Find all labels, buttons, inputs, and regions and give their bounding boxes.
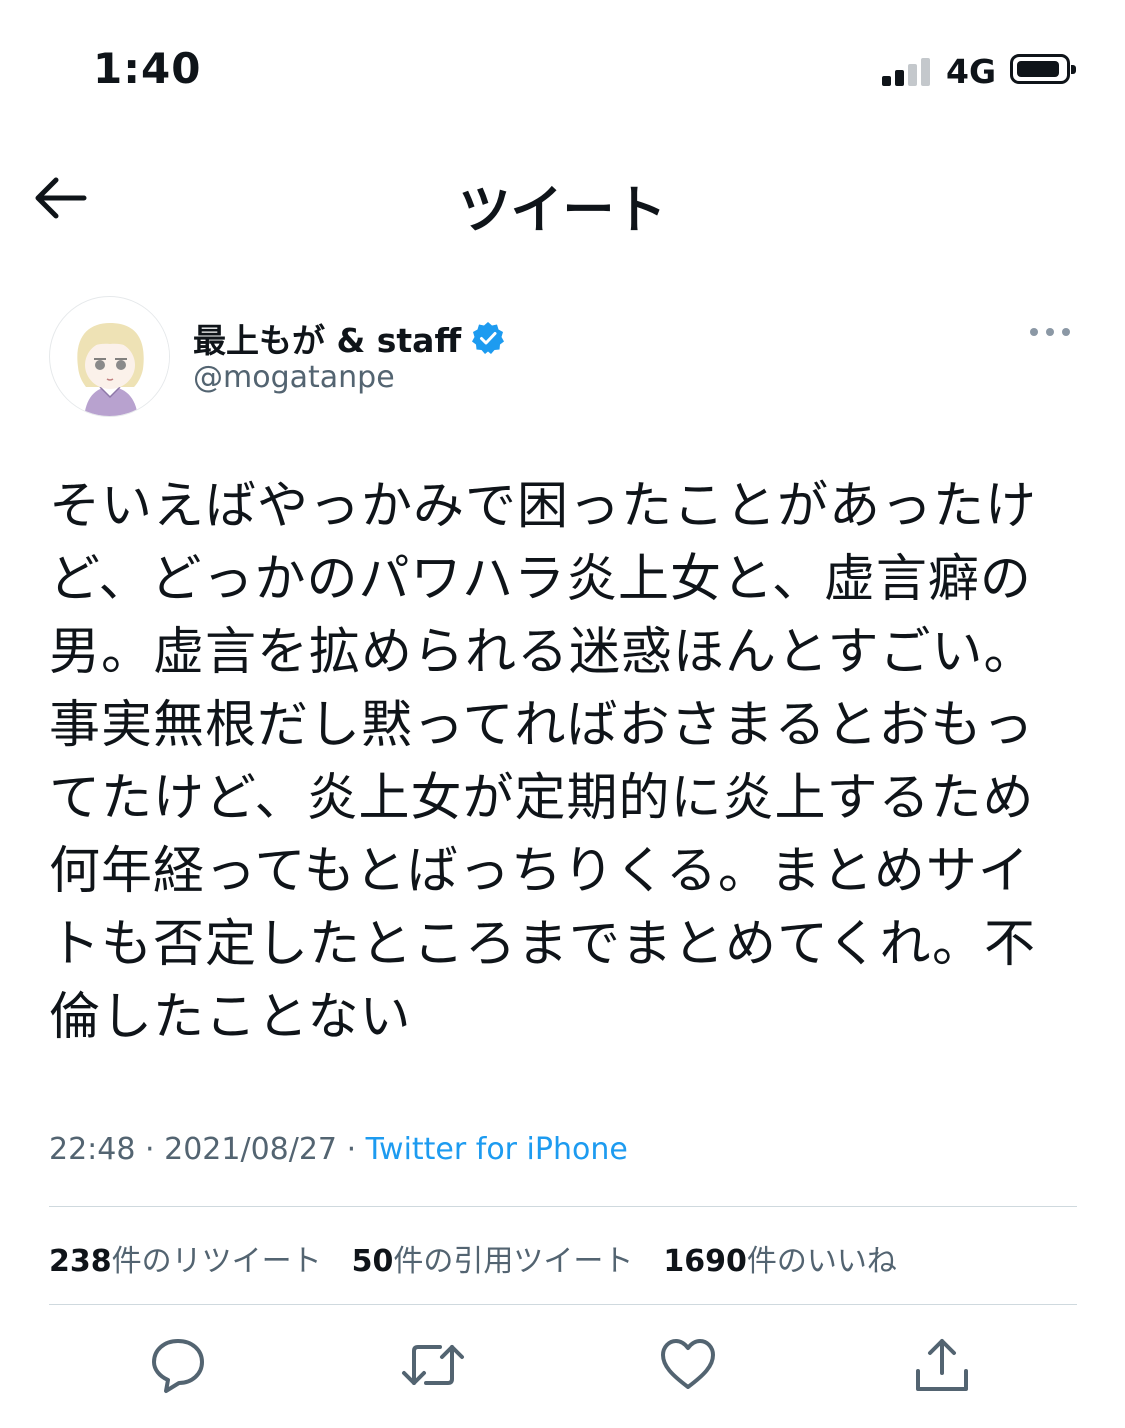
author-name: 最上もが & staff (193, 321, 462, 360)
retweet-count: 238 (49, 1244, 112, 1279)
tweet-text-line: 倫したことない (49, 988, 412, 1047)
like-icon[interactable] (658, 1335, 718, 1395)
tweet-meta: 22:48 · 2021/08/27 · Twitter for iPhone (49, 1132, 628, 1167)
tweet-time[interactable]: 22:48 (49, 1132, 135, 1167)
tweet-header: 最上もが & staff @mogatanpe (0, 296, 1125, 421)
retweets-stat[interactable]: 238件のリツイート (49, 1236, 322, 1280)
quotes-stat[interactable]: 50件の引用ツイート (352, 1236, 634, 1280)
tweet-text-line: てたけど、炎上女が定期的に炎上するため (49, 769, 1035, 828)
tweet-text-line: ど、どっかのパワハラ炎上女と、虚言癖の (49, 550, 1032, 609)
network-type: 4G (946, 52, 997, 91)
tweet-text-line: 男。虚言を拡められる迷惑ほんとすごい。 (49, 623, 1036, 682)
tweet-text-line: 事実無根だし黙ってればおさまるとおもっ (49, 696, 1035, 755)
cellular-signal-icon (882, 56, 934, 86)
verified-badge-icon (472, 322, 505, 354)
page-title: ツイート (458, 181, 667, 241)
status-bar: 1:40 4G (0, 0, 1125, 140)
likes-stat[interactable]: 1690件のいいね (663, 1236, 897, 1280)
nav-bar: ツイート (0, 150, 1125, 245)
meta-separator: · (145, 1132, 155, 1167)
divider (49, 1206, 1077, 1207)
share-icon[interactable] (912, 1335, 972, 1395)
tweet-stats: 238件のリツイート 50件の引用ツイート 1690件のいいね (49, 1236, 927, 1280)
avatar[interactable] (49, 296, 170, 417)
status-time: 1:40 (93, 44, 202, 93)
author-handle[interactable]: @mogatanpe (193, 360, 395, 395)
tweet-date[interactable]: 2021/08/27 (164, 1132, 337, 1167)
retweet-label: 件のリツイート (111, 1244, 322, 1279)
meta-separator: · (346, 1132, 357, 1167)
like-label: 件のいいね (746, 1244, 897, 1279)
tweet-text-line: 何年経ってもとばっちりくる。まとめサイ (49, 842, 1030, 901)
battery-icon (1010, 54, 1076, 84)
retweet-icon[interactable] (400, 1335, 466, 1395)
quote-label: 件の引用ツイート (393, 1244, 634, 1279)
quote-count: 50 (351, 1244, 394, 1279)
reply-icon[interactable] (148, 1335, 208, 1395)
divider (49, 1304, 1077, 1305)
more-horizontal-icon[interactable] (1026, 320, 1074, 344)
tweet-text-line: そいえばやっかみで困ったことがあったけ (49, 477, 1038, 536)
tweet-text-line: トも否定したところまでまとめてくれ。不 (49, 915, 1036, 974)
tweet-source-link[interactable]: Twitter for iPhone (366, 1132, 628, 1167)
action-bar (0, 1335, 1125, 1405)
tweet-text: そいえばやっかみで困ったことがあったけ ど、どっかのパワハラ炎上女と、虚言癖の … (49, 470, 1089, 1054)
like-count: 1690 (663, 1244, 747, 1279)
author-name-row[interactable]: 最上もが & staff (193, 316, 505, 360)
